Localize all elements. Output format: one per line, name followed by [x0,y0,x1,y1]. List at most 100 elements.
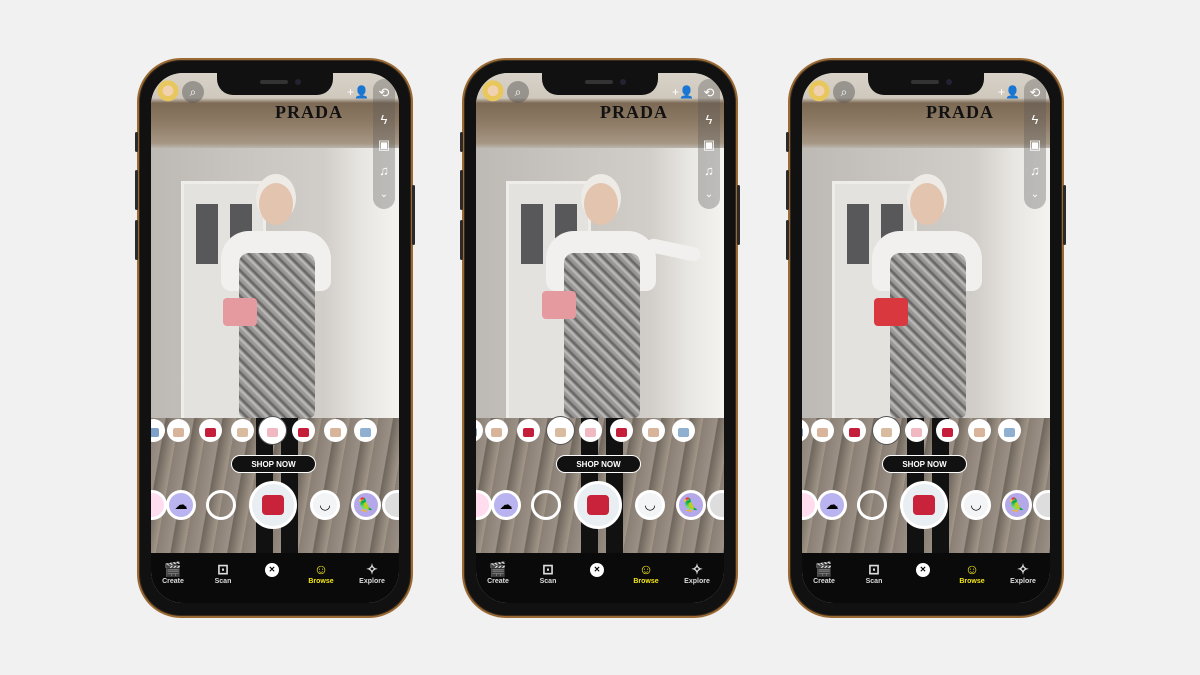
tab-explore[interactable]: ✧ Explore [677,561,717,585]
lens-option[interactable]: ◡ [961,490,991,520]
smiley-icon: ☺ [638,561,654,577]
bottom-nav: 🎬 Create ⊡ Scan ✕ ☺ Browse ✧ Explore [802,553,1050,603]
music-icon[interactable]: ♫ [1024,163,1046,178]
flip-camera-icon[interactable]: ⟲ [373,85,395,101]
bag-swatch[interactable] [354,419,377,442]
bag-swatch[interactable] [261,419,284,442]
shop-now-button[interactable]: SHOP NOW [882,455,967,473]
flash-off-icon[interactable]: ϟ [698,112,720,127]
video-icon[interactable]: ▣ [698,137,720,153]
tab-scan[interactable]: ⊡ Scan [528,561,568,585]
tab-create[interactable]: 🎬 Create [804,561,844,585]
handbag-icon [298,427,309,437]
bag-swatch[interactable] [292,419,315,442]
add-friend-icon[interactable]: +👤 [347,81,369,103]
bitmoji-avatar[interactable] [157,80,179,104]
scan-icon: ⊡ [542,561,554,577]
add-friend-icon[interactable]: +👤 [672,81,694,103]
lens-option[interactable]: ◡ [310,490,340,520]
tab-browse[interactable]: ☺ Browse [952,561,992,585]
bag-swatch[interactable] [549,419,572,442]
lens-option[interactable] [206,490,236,520]
bitmoji-avatar[interactable] [808,80,830,104]
chevron-down-icon[interactable]: ⌄ [698,189,720,200]
camera-tools: ⟲ ϟ ▣ ♫ ⌄ [373,79,395,209]
lens-option[interactable] [531,490,561,520]
search-icon[interactable]: ⌕ [182,81,204,103]
lens-option[interactable]: ☁ [817,490,847,520]
handbag-icon [491,427,502,437]
bag-swatch[interactable] [324,419,347,442]
tab-explore[interactable]: ✧ Explore [352,561,392,585]
lens-option[interactable]: ☁ [491,490,521,520]
flash-off-icon[interactable]: ϟ [373,112,395,127]
bag-swatch[interactable] [843,419,866,442]
handbag-icon [151,427,159,437]
phone-mockup: ⌕ +👤 ⟲ ϟ ▣ ♫ ⌄ PRADA SHOP NOW ☁ ◡ 🦜 🎬 Creat… [460,58,740,618]
bag-swatch[interactable] [485,419,508,442]
chevron-down-icon[interactable]: ⌄ [1024,189,1046,200]
bag-swatch[interactable] [199,419,222,442]
shop-now-button[interactable]: SHOP NOW [556,455,641,473]
bag-swatch[interactable] [998,419,1021,442]
bag-swatch[interactable] [936,419,959,442]
music-icon[interactable]: ♫ [698,163,720,178]
lens-option[interactable]: 🦜 [676,490,706,520]
handbag-icon [678,427,689,437]
video-icon[interactable]: ▣ [1024,137,1046,153]
bag-swatch[interactable] [905,419,928,442]
bag-swatch[interactable] [672,419,695,442]
shop-now-button[interactable]: SHOP NOW [231,455,316,473]
tab-browse[interactable]: ☺ Browse [626,561,666,585]
active-lens-button[interactable] [900,481,948,529]
bag-swatch[interactable] [167,419,190,442]
tab-create[interactable]: 🎬 Create [478,561,518,585]
clapperboard-icon: 🎬 [164,561,182,577]
tab-close[interactable]: ✕ [577,561,617,579]
lens-option[interactable]: 🦜 [351,490,381,520]
bag-swatch[interactable] [231,419,254,442]
bag-swatch[interactable] [579,419,602,442]
bag-swatch[interactable] [610,419,633,442]
bag-swatch[interactable] [968,419,991,442]
bag-swatch[interactable] [517,419,540,442]
scan-icon: ⊡ [217,561,229,577]
lens-icon: ◡ [970,497,982,512]
camera-view: ⌕ +👤 ⟲ ϟ ▣ ♫ ⌄ PRADA SHOP NOW ☁ ◡ 🦜 🎬 Creat… [151,73,399,603]
bottom-nav: 🎬 Create ⊡ Scan ✕ ☺ Browse ✧ Explore [476,553,724,603]
bag-swatch[interactable] [811,419,834,442]
tab-create[interactable]: 🎬 Create [153,561,193,585]
active-lens-button[interactable] [574,481,622,529]
tab-scan[interactable]: ⊡ Scan [203,561,243,585]
clapperboard-icon: 🎬 [489,561,507,577]
lens-option[interactable]: ◡ [635,490,665,520]
tab-scan[interactable]: ⊡ Scan [854,561,894,585]
search-icon[interactable]: ⌕ [833,81,855,103]
video-icon[interactable]: ▣ [373,137,395,153]
tab-close[interactable]: ✕ [903,561,943,579]
music-icon[interactable]: ♫ [373,163,395,178]
lens-option[interactable]: ☁ [166,490,196,520]
flip-camera-icon[interactable]: ⟲ [1024,85,1046,101]
flip-camera-icon[interactable]: ⟲ [698,85,720,101]
search-icon[interactable]: ⌕ [507,81,529,103]
chevron-down-icon[interactable]: ⌄ [373,189,395,200]
bag-swatch[interactable] [642,419,665,442]
add-friend-icon[interactable]: +👤 [998,81,1020,103]
lens-option[interactable] [857,490,887,520]
lens-option[interactable]: 🦜 [1002,490,1032,520]
handbag-icon [849,427,860,437]
active-lens-button[interactable] [249,481,297,529]
close-icon: ✕ [916,563,930,577]
clapperboard-icon: 🎬 [815,561,833,577]
bitmoji-avatar[interactable] [482,80,504,104]
camera-view: ⌕ +👤 ⟲ ϟ ▣ ♫ ⌄ PRADA SHOP NOW ☁ ◡ 🦜 🎬 Creat… [802,73,1050,603]
handbag-icon [881,427,892,437]
tab-close[interactable]: ✕ [252,561,292,579]
tab-browse[interactable]: ☺ Browse [301,561,341,585]
tab-explore[interactable]: ✧ Explore [1003,561,1043,585]
handbag-icon [555,427,566,437]
lens-icon: ☁ [499,497,513,512]
flash-off-icon[interactable]: ϟ [1024,112,1046,127]
bag-swatch[interactable] [875,419,898,442]
